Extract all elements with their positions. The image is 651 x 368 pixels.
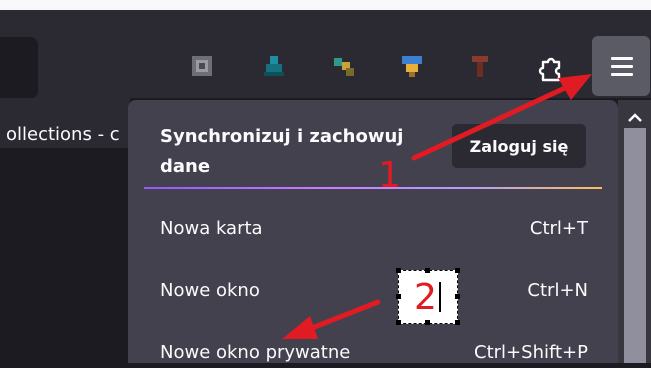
- annotation-arrow-2: [282, 299, 381, 339]
- annotation-arrow-1: [411, 74, 592, 161]
- annotation-arrows: [282, 74, 592, 339]
